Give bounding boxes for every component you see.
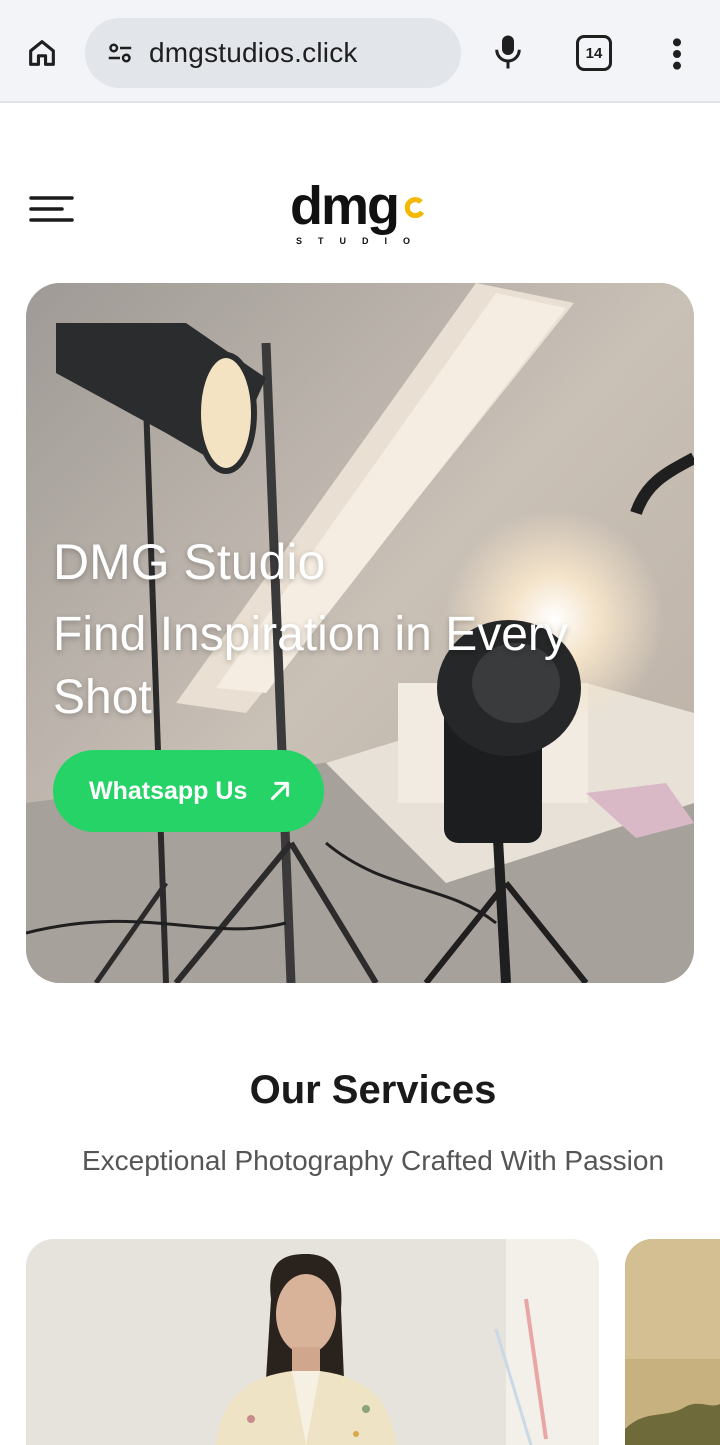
hero-banner: DMG Studio Find Inspiration in Every Sho…	[26, 283, 694, 983]
hamburger-menu-icon[interactable]	[28, 192, 76, 228]
whatsapp-button[interactable]: Whatsapp Us	[53, 750, 324, 832]
services-subheading: Exceptional Photography Crafted With Pas…	[81, 1145, 665, 1176]
tab-switcher-button[interactable]: 14	[576, 35, 612, 71]
home-icon[interactable]	[22, 33, 62, 73]
site-settings-icon[interactable]	[105, 38, 135, 68]
service-card[interactable]	[26, 1239, 599, 1445]
service-card-image	[26, 1239, 599, 1445]
microphone-icon[interactable]	[490, 32, 526, 72]
address-bar[interactable]: dmgstudios.click	[85, 18, 461, 88]
svg-text:dmg: dmg	[290, 180, 398, 236]
arrow-up-right-icon	[271, 781, 290, 801]
service-card-image	[625, 1239, 720, 1445]
browser-toolbar: dmgstudios.click 14	[0, 0, 720, 103]
hero-subtitle: Find Inspiration in Every Shot	[53, 608, 568, 725]
hero-title: DMG Studio	[53, 534, 326, 590]
more-options-icon[interactable]	[662, 34, 692, 74]
service-card[interactable]	[625, 1239, 720, 1445]
whatsapp-button-label: Whatsapp Us	[89, 776, 248, 805]
url-text[interactable]: dmgstudios.click	[149, 37, 358, 69]
site-logo[interactable]: dmg STUDIO	[288, 176, 438, 250]
services-heading: Our Services	[249, 1068, 497, 1112]
svg-text:STUDIO: STUDIO	[296, 236, 426, 246]
